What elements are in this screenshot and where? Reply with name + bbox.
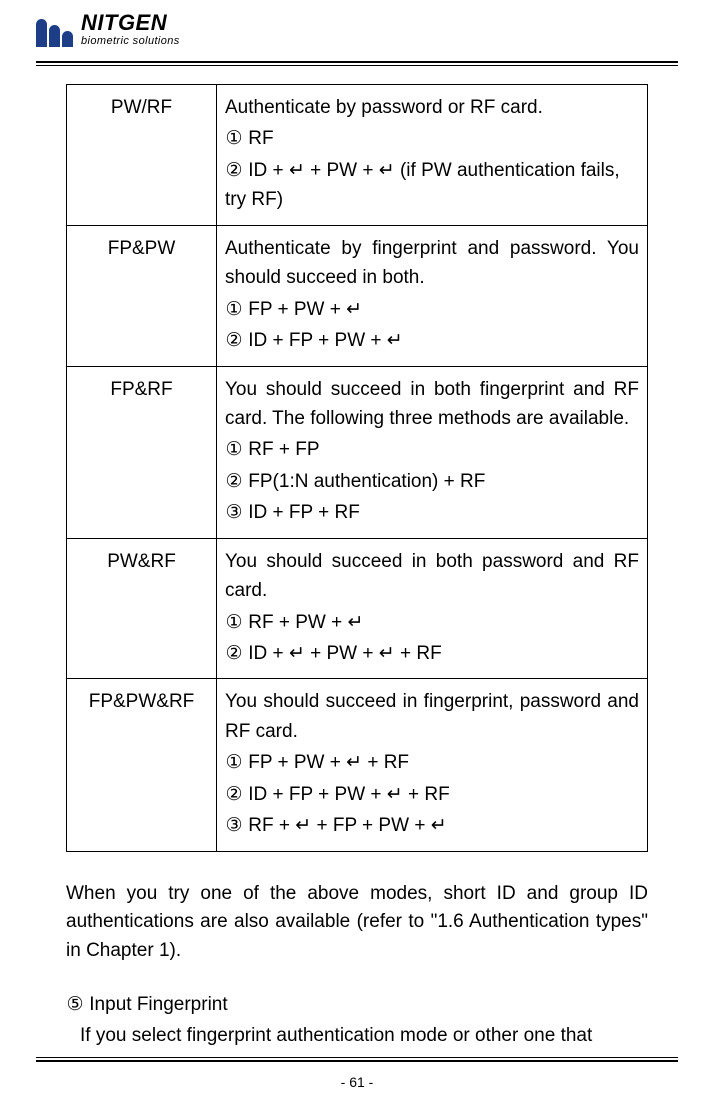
- mode-step: ② ID + ↵ + PW + ↵ + RF: [225, 639, 639, 668]
- step-number-icon: ①: [225, 295, 243, 324]
- mode-desc-cell: You should succeed in both fingerprint a…: [217, 366, 648, 538]
- header: NITGEN biometric solutions: [36, 12, 678, 55]
- step-number-icon: ②: [225, 326, 243, 355]
- mode-step: ① RF + FP: [225, 435, 639, 464]
- step-number-icon: ③: [225, 498, 243, 527]
- enter-icon: ↵: [379, 160, 395, 181]
- mode-name-cell: PW&RF: [67, 538, 217, 679]
- mode-desc-cell: Authenticate by password or RF card.① RF…: [217, 85, 648, 226]
- table-row: FP&PWAuthenticate by fingerprint and pas…: [67, 225, 648, 366]
- enter-icon: ↵: [348, 612, 364, 633]
- enter-icon: ↵: [295, 815, 311, 836]
- step-number-icon: ①: [225, 124, 243, 153]
- table-row: FP&PW&RFYou should succeed in fingerprin…: [67, 679, 648, 851]
- enter-icon: ↵: [387, 784, 403, 805]
- step-number-icon: ①: [225, 608, 243, 637]
- step-number-icon: ③: [225, 811, 243, 840]
- mode-step: ② ID + FP + PW + ↵ + RF: [225, 780, 639, 809]
- auth-modes-table: PW/RFAuthenticate by password or RF card…: [66, 84, 648, 852]
- table-row: PW/RFAuthenticate by password or RF card…: [67, 85, 648, 226]
- header-rule-thick: [36, 61, 678, 63]
- mode-step: ② ID + ↵ + PW + ↵ (if PW authentication …: [225, 156, 639, 215]
- mode-name-cell: FP&PW: [67, 225, 217, 366]
- mode-step: ③ RF + ↵ + FP + PW + ↵: [225, 811, 639, 840]
- table-row: PW&RFYou should succeed in both password…: [67, 538, 648, 679]
- mode-desc-cell: You should succeed in fingerprint, passw…: [217, 679, 648, 851]
- mode-step: ① FP + PW + ↵: [225, 295, 639, 324]
- enter-icon: ↵: [289, 160, 305, 181]
- step-number-icon: ②: [225, 639, 243, 668]
- mode-intro: Authenticate by fingerprint and password…: [225, 234, 639, 293]
- enter-icon: ↵: [431, 815, 447, 836]
- step-5-number: ⑤: [66, 991, 84, 1020]
- mode-intro: You should succeed in fingerprint, passw…: [225, 687, 639, 746]
- enter-icon: ↵: [346, 299, 362, 320]
- brand-block: NITGEN biometric solutions: [81, 12, 180, 47]
- mode-intro: You should succeed in both password and …: [225, 547, 639, 606]
- footer-rule-thin: [36, 1057, 678, 1058]
- mode-intro: Authenticate by password or RF card.: [225, 93, 639, 122]
- brand-name: NITGEN: [81, 12, 180, 34]
- mode-desc-cell: You should succeed in both password and …: [217, 538, 648, 679]
- step-5-title: Input Fingerprint: [89, 994, 227, 1015]
- step-number-icon: ②: [225, 780, 243, 809]
- logo-icon: [36, 19, 73, 47]
- content: PW/RFAuthenticate by password or RF card…: [36, 66, 678, 1050]
- footer-rule-thick: [36, 1060, 678, 1062]
- step-number-icon: ①: [225, 748, 243, 777]
- step-5-heading: ⑤ Input Fingerprint: [66, 991, 648, 1020]
- enter-icon: ↵: [387, 330, 403, 351]
- enter-icon: ↵: [289, 643, 305, 664]
- mode-name-cell: FP&RF: [67, 366, 217, 538]
- paragraph-note: When you try one of the above modes, sho…: [66, 880, 648, 966]
- enter-icon: ↵: [379, 643, 395, 664]
- step-number-icon: ②: [225, 156, 243, 185]
- page-number: - 61 -: [0, 1074, 714, 1090]
- step-number-icon: ②: [225, 467, 243, 496]
- mode-step: ① RF: [225, 124, 639, 153]
- step-number-icon: ①: [225, 435, 243, 464]
- mode-name-cell: PW/RF: [67, 85, 217, 226]
- mode-intro: You should succeed in both fingerprint a…: [225, 375, 639, 434]
- mode-step: ② FP(1:N authentication) + RF: [225, 467, 639, 496]
- mode-step: ① FP + PW + ↵ + RF: [225, 748, 639, 777]
- page: NITGEN biometric solutions PW/RFAuthenti…: [0, 0, 714, 1108]
- table-row: FP&RFYou should succeed in both fingerpr…: [67, 366, 648, 538]
- enter-icon: ↵: [346, 752, 362, 773]
- step-5-body: If you select fingerprint authentication…: [66, 1022, 648, 1051]
- mode-name-cell: FP&PW&RF: [67, 679, 217, 851]
- mode-step: ② ID + FP + PW + ↵: [225, 326, 639, 355]
- mode-step: ③ ID + FP + RF: [225, 498, 639, 527]
- brand-tagline: biometric solutions: [81, 36, 180, 47]
- mode-step: ① RF + PW + ↵: [225, 608, 639, 637]
- mode-desc-cell: Authenticate by fingerprint and password…: [217, 225, 648, 366]
